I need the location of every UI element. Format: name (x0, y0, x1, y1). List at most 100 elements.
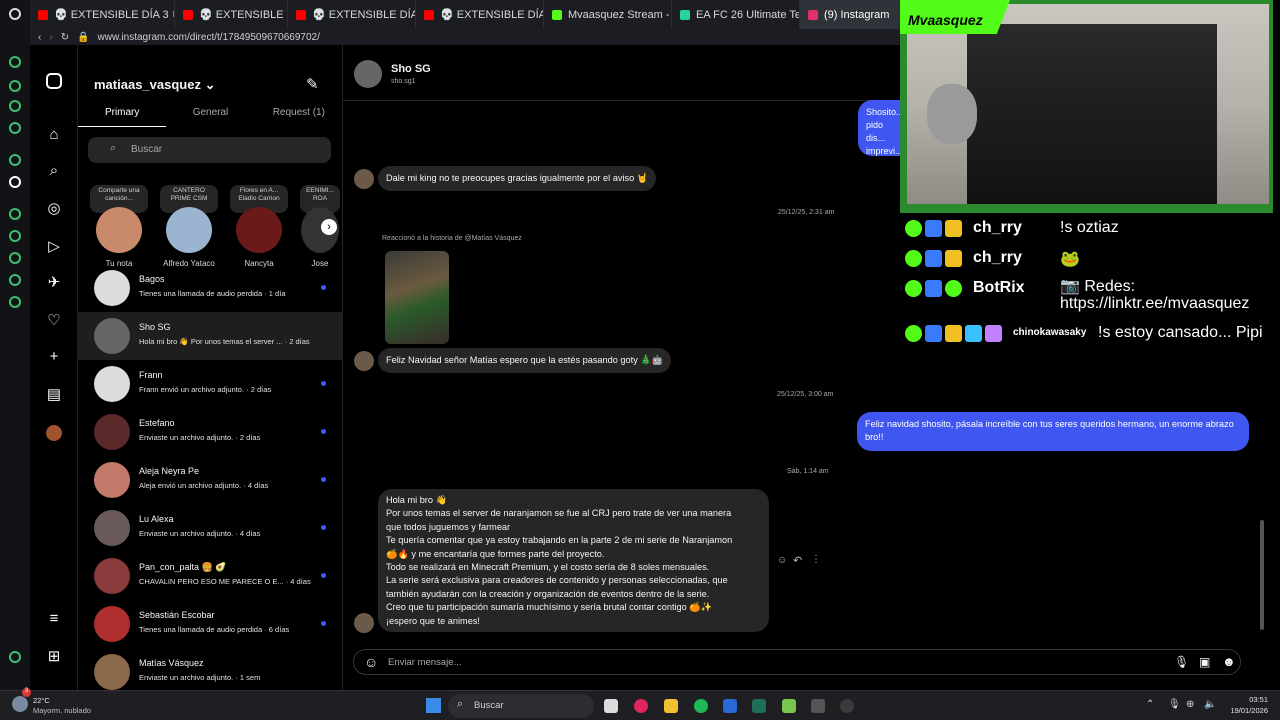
message-line: Hola mi bro 👋 (386, 495, 447, 505)
chat-scrollbar[interactable] (1260, 520, 1264, 630)
home-icon[interactable]: ⌂ (46, 127, 62, 143)
browser-tab[interactable]: 💀 EXTENSIBLE DÍA 3 💀 (175, 0, 288, 29)
taskbar-search[interactable]: ⌕ Buscar (448, 694, 594, 718)
tab-requests[interactable]: Request (1) (255, 103, 343, 127)
tab-label: 💀 EXTENSIBLE DÍA 3 (312, 9, 416, 21)
list-item[interactable]: Pan_con_palta 🍔 🥑 CHAVALIN PERO ESO ME PA… (78, 552, 343, 600)
unread-dot (321, 381, 326, 386)
profile-avatar[interactable] (46, 425, 62, 441)
story-thumbnail[interactable] (385, 251, 449, 344)
windows-start-icon[interactable] (426, 698, 441, 713)
account-switcher[interactable]: matiaas_vasquez ⌄ (94, 77, 215, 93)
message-line: Por unos temas el server de naranjamon s… (386, 508, 732, 519)
list-item[interactable]: Sebastián Escobar Tienes una llamada de a… (78, 600, 343, 648)
store-icon[interactable] (723, 699, 737, 713)
conversation-preview: Enviaste un archivo adjunto. · 4 días (139, 529, 261, 538)
react-icon[interactable]: ☺ (777, 555, 787, 566)
message-line: también ayudarán con la creación y organ… (386, 588, 710, 599)
image-icon[interactable]: ▣ (1199, 655, 1210, 669)
message-input[interactable]: ☺ Enviar mensaje... 🎙 ▣ ☻ (353, 649, 1241, 675)
task-view-icon[interactable] (604, 699, 618, 713)
player-icon[interactable] (9, 208, 21, 220)
opera-logo-icon[interactable] (9, 8, 21, 20)
gx-icon[interactable] (9, 651, 21, 663)
list-item[interactable]: Frann Frann envió un archivo adjunto. · 2… (78, 360, 343, 408)
microphone-icon[interactable]: 🎙 (1174, 655, 1189, 669)
aria-icon[interactable] (9, 56, 21, 68)
emoji-icon[interactable]: ☺ (364, 654, 378, 670)
list-item[interactable]: Lu Alexa Enviaste un archivo adjunto. · 4… (78, 504, 343, 552)
dashboard-icon[interactable]: ▤ (46, 387, 62, 403)
search-placeholder: Buscar (131, 144, 163, 155)
chat-row: BotRix 📷 Redes: https://linktr.ee/mvaasq… (900, 276, 1273, 316)
reply-icon[interactable]: ↶ (793, 554, 802, 567)
notifications-icon[interactable]: ♡ (46, 313, 62, 329)
back-icon[interactable]: ‹ (38, 32, 41, 43)
browser-tab[interactable]: 💀 EXTENSIBLE DÍA 3 (288, 0, 416, 29)
note-item[interactable]: Flores en A... Eladio Carrion Nancyta (230, 185, 288, 268)
heart-icon[interactable] (9, 230, 21, 242)
list-item-selected[interactable]: Sho SG Hola mi bro 👋 Por unos temas el se… (78, 312, 343, 360)
clock-date[interactable]: 19/01/2026 (1220, 706, 1268, 715)
search-input[interactable]: ⌕ Buscar (88, 137, 331, 163)
minecraft-icon[interactable] (782, 699, 796, 713)
network-icon[interactable]: ⊕ (1186, 699, 1194, 710)
file-explorer-icon[interactable] (664, 699, 678, 713)
note-item[interactable]: CANTERO PRIME CSM Alfredo Yataco (160, 185, 218, 268)
reels-icon[interactable]: ▷ (46, 239, 62, 255)
next-notes-button[interactable]: › (321, 219, 337, 235)
threads-icon[interactable]: ⊞ (46, 649, 62, 665)
chat-title[interactable]: Sho SG (391, 63, 431, 75)
messages-icon[interactable]: ✈ (46, 275, 62, 291)
list-item[interactable]: Bagos Tienes una llamada de audio perdida… (78, 264, 343, 312)
explore-icon[interactable]: ◎ (46, 201, 62, 217)
list-item[interactable]: Matías Vásquez Enviaste un archivo adjunt… (78, 648, 343, 696)
sidebar-app-icon[interactable] (9, 122, 21, 134)
x-icon[interactable] (9, 176, 21, 188)
conversation-name: Aleja Neyra Pe (139, 466, 200, 476)
browser-tab[interactable]: EA FC 26 Ultimate Team (672, 0, 800, 29)
tab-primary[interactable]: Primary (78, 103, 167, 127)
obs-icon[interactable] (840, 699, 854, 713)
list-item[interactable]: Estefano Enviaste un archivo adjunto. · 2… (78, 408, 343, 456)
conversation-name: Matías Vásquez (139, 658, 204, 668)
microphone-icon[interactable]: 🎙 (1168, 699, 1181, 710)
crown-icon (945, 220, 962, 237)
app-icon[interactable] (752, 699, 766, 713)
url-field[interactable]: www.instagram.com/direct/t/1784950967066… (98, 32, 320, 43)
app-icon[interactable] (811, 699, 825, 713)
clock-time[interactable]: 03:51 (1220, 695, 1268, 704)
opera-icon[interactable] (634, 699, 648, 713)
whatsapp-icon[interactable] (9, 154, 21, 166)
menu-icon[interactable]: ≡ (46, 611, 62, 627)
reload-icon[interactable]: ↻ (61, 32, 69, 43)
forward-icon[interactable]: › (49, 32, 52, 43)
note-item[interactable]: Comparte una canción... Tu nota (90, 185, 148, 268)
new-message-icon[interactable]: ✎ (306, 75, 319, 93)
weather-icon[interactable] (12, 696, 28, 712)
volume-icon[interactable]: 🔈 (1204, 699, 1216, 710)
history-icon[interactable] (9, 252, 21, 264)
extensions-icon[interactable] (9, 274, 21, 286)
spotify-icon[interactable] (694, 699, 708, 713)
youtube-icon (296, 9, 306, 20)
browser-tab-active[interactable]: (9) Instagram (800, 0, 900, 29)
instagram-logo-icon[interactable] (46, 73, 62, 89)
avatar (94, 510, 130, 546)
sidebar-app-icon[interactable] (9, 100, 21, 112)
conversation-preview: Enviaste un archivo adjunto. · 2 días (139, 433, 261, 442)
sidebar-app-icon[interactable] (9, 80, 21, 92)
browser-tab[interactable]: Mvaasquez Stream - Wat (544, 0, 672, 29)
sticker-icon[interactable]: ☻ (1222, 654, 1236, 669)
message-line: ¡espero que te animes! (386, 615, 480, 626)
avatar[interactable] (354, 60, 382, 88)
tab-general[interactable]: General (166, 103, 254, 127)
browser-tab[interactable]: 💀 EXTENSIBLE DÍA 3 💀 (30, 0, 175, 29)
more-options-icon[interactable]: ⋮ (811, 554, 821, 565)
settings-icon[interactable] (9, 296, 21, 308)
list-item[interactable]: Aleja Neyra Pe Aleja envió un archivo adj… (78, 456, 343, 504)
tray-chevron-icon[interactable]: ⌃ (1146, 699, 1154, 710)
browser-tab[interactable]: 💀 EXTENSIBLE DÍA 3 (416, 0, 544, 29)
create-icon[interactable]: + (46, 349, 62, 365)
search-icon[interactable]: ⌕ (46, 163, 62, 179)
